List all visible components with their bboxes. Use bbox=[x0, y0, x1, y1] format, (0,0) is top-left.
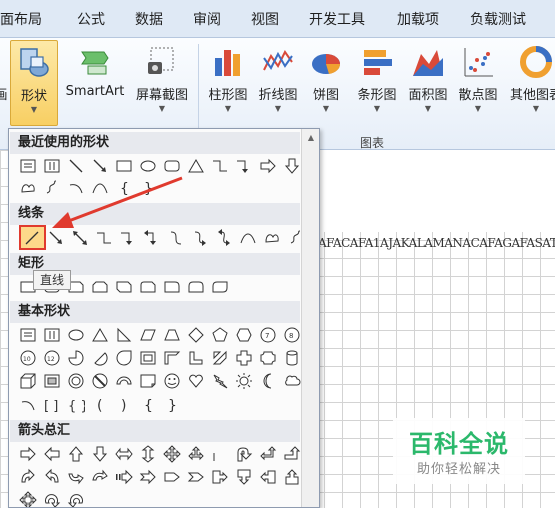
watermark-title: 百科全说 bbox=[409, 430, 509, 458]
watermark-subtitle: 助你轻松解决 bbox=[416, 462, 501, 477]
watermark-logo: 百科全说 助你轻松解决 bbox=[393, 418, 525, 484]
